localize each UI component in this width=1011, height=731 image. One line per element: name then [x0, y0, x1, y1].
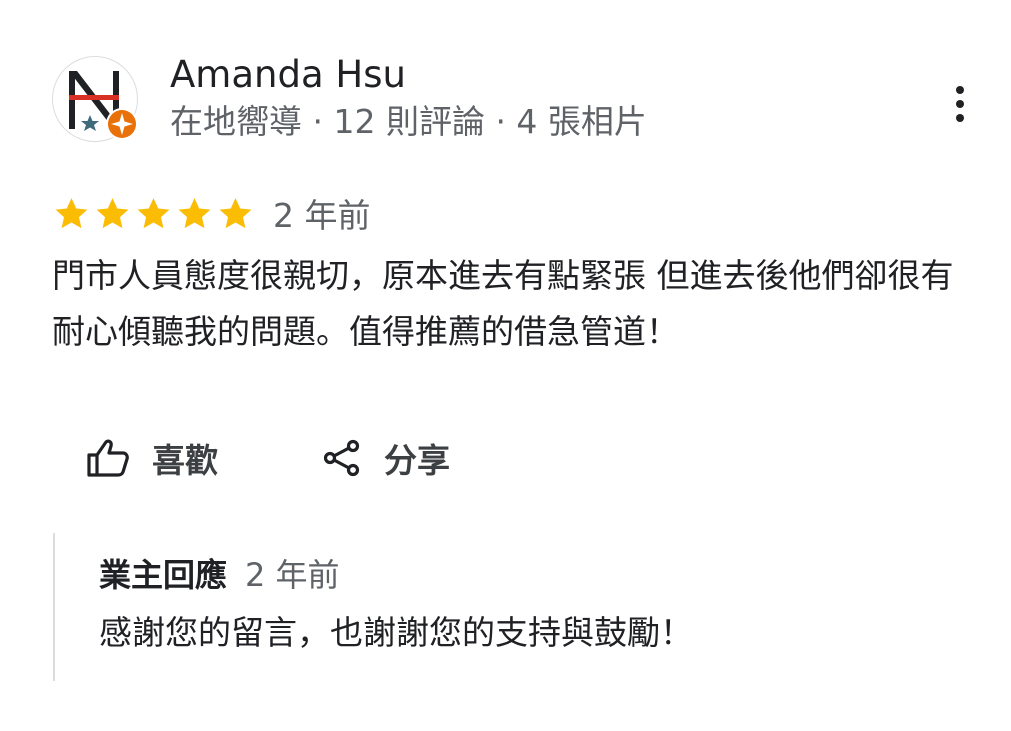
- star-icon: [219, 197, 252, 228]
- review-date: 2 年前: [273, 196, 371, 235]
- share-button[interactable]: 分享: [322, 432, 450, 484]
- share-icon: [323, 439, 360, 477]
- reviewer-meta: 在地嚮導 · 12 則評論 · 4 張相片: [170, 102, 647, 141]
- more-options-button[interactable]: [940, 80, 980, 128]
- star-icon: [96, 197, 129, 228]
- reviewer-name[interactable]: Amanda Hsu: [170, 52, 406, 98]
- local-guide-badge-icon: [106, 108, 138, 140]
- like-button[interactable]: 喜歡: [86, 432, 218, 484]
- owner-reply-text: 感謝您的留言，也謝謝您的支持與鼓勵！: [99, 613, 693, 652]
- thumb-up-icon: [87, 439, 129, 477]
- rating-row: 2 年前: [52, 190, 371, 236]
- share-label: 分享: [384, 441, 450, 480]
- like-label: 喜歡: [152, 441, 218, 480]
- owner-reply: 業主回應 2 年前 感謝您的留言，也謝謝您的支持與鼓勵！: [53, 533, 955, 681]
- star-icon: [178, 197, 211, 228]
- star-icon: [137, 197, 170, 228]
- owner-reply-header: 業主回應 2 年前: [99, 553, 340, 597]
- review-card: Amanda Hsu 在地嚮導 · 12 則評論 · 4 張相片 2 年前 門市…: [0, 0, 1011, 731]
- more-vert-icon: [956, 86, 964, 94]
- star-icon: [55, 197, 88, 228]
- star-rating: [52, 194, 255, 233]
- review-text: 門市人員態度很親切，原本進去有點緊張 但進去後他們卻很有耐心傾聽我的問題。值得推…: [52, 256, 954, 351]
- owner-reply-date: 2 年前: [245, 556, 340, 594]
- owner-reply-title: 業主回應: [99, 556, 228, 594]
- avatar[interactable]: [52, 56, 138, 142]
